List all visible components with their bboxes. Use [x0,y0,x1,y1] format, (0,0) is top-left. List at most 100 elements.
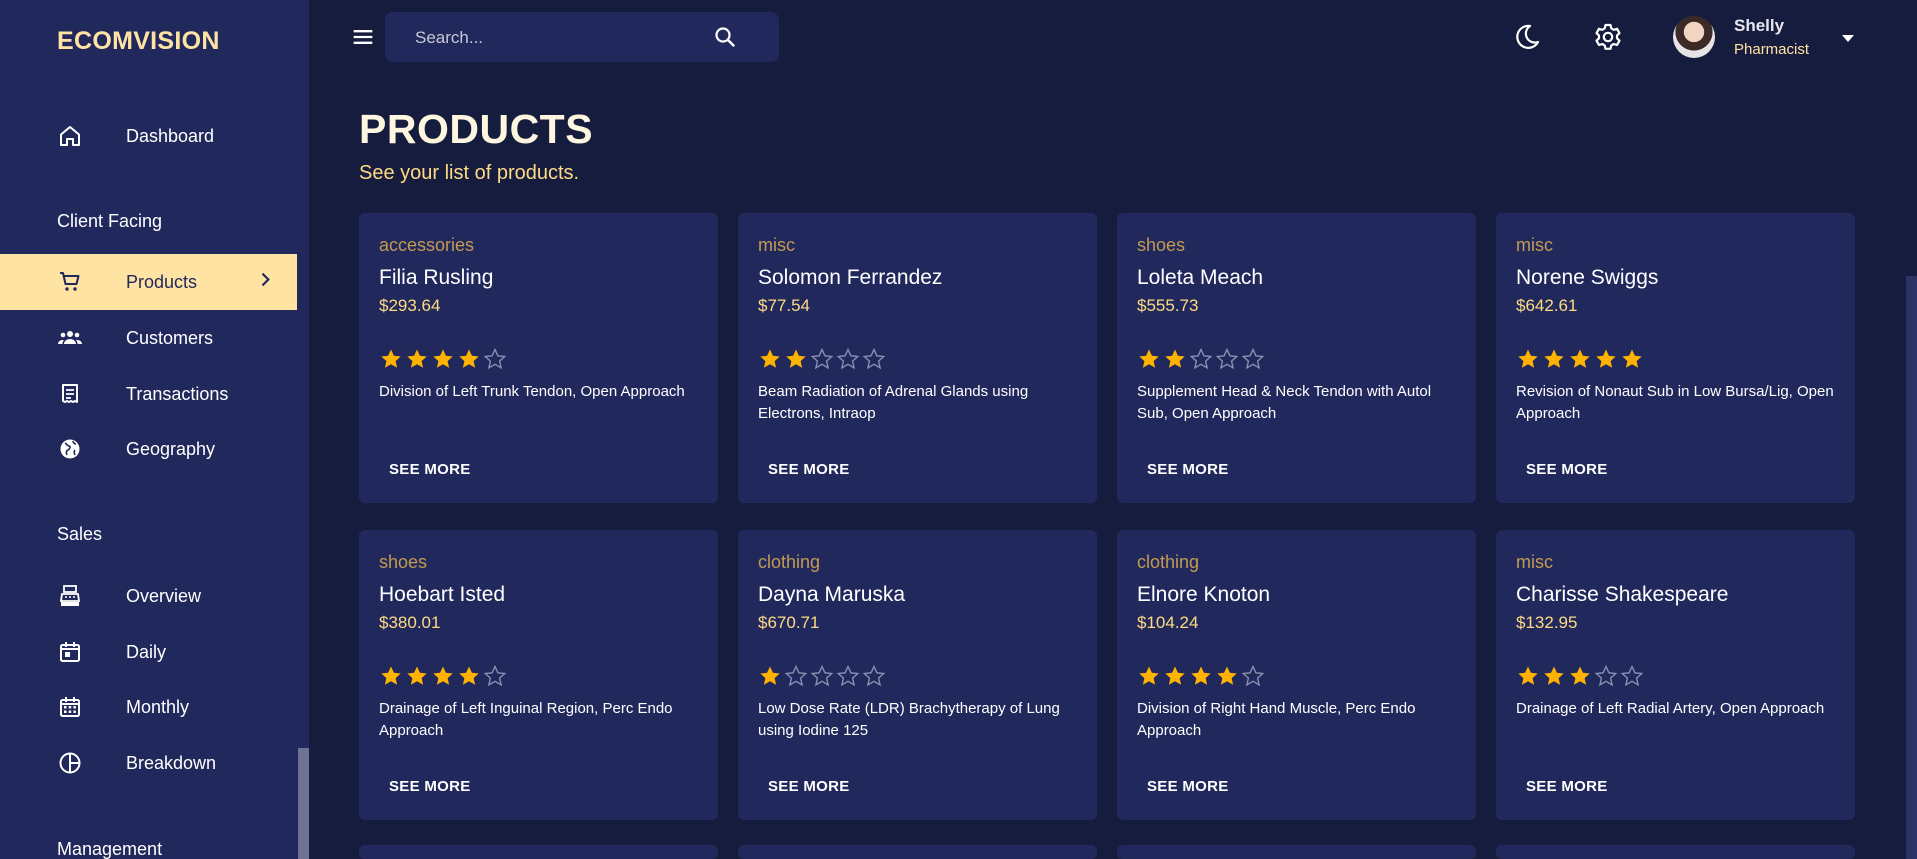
main-scrollbar-thumb[interactable] [1906,276,1917,859]
sidebar-item-geography[interactable]: Geography [0,421,297,477]
product-card [1496,845,1855,859]
shopping-cart-icon [57,269,83,295]
see-more-button[interactable]: SEE MORE [758,455,860,484]
see-more-button[interactable]: SEE MORE [1516,772,1618,801]
product-description: Revision of Nonaut Sub in Low Bursa/Lig,… [1516,383,1834,422]
sidebar-item-label: Breakdown [126,752,217,773]
star-filled-icon [381,349,401,368]
product-card: shoes Hoebart Isted $380.01 Drainage of Lef… [359,530,718,820]
product-card [738,845,1097,859]
star-outline-icon [836,664,860,687]
product-name: Dayna Maruska [758,583,906,606]
product-card: clothing Dayna Maruska $670.71 Low Dose Rat… [738,530,1097,820]
star-outline-icon [784,664,808,687]
star-filled-icon [433,666,453,685]
see-more-button[interactable]: SEE MORE [758,772,860,801]
product-rating [1137,347,1265,371]
product-price: $293.64 [379,296,441,315]
product-name: Filia Rusling [379,266,494,289]
star-filled-icon [381,666,401,685]
product-rating [1137,664,1265,688]
product-rating [1516,664,1644,688]
sidebar-item-breakdown[interactable]: Breakdown [0,735,297,791]
star-filled-icon [1139,666,1159,685]
product-description: Division of Left Trunk Tendon, Open Appr… [379,383,685,400]
product-category: misc [758,235,795,255]
star-filled-icon [1544,666,1564,685]
sidebar-item-products[interactable]: Products [0,254,297,310]
sidebar-item-transactions[interactable]: Transactions [0,366,297,422]
star-filled-icon [1165,666,1185,685]
see-more-button[interactable]: SEE MORE [379,455,481,484]
star-filled-icon [1622,349,1642,368]
user-name[interactable]: Shelly [1734,16,1784,36]
star-outline-icon [810,347,834,370]
section-client-facing: Client Facing [57,211,163,231]
search-input[interactable] [413,12,707,64]
star-filled-icon [1518,349,1538,368]
menu-toggle-button[interactable] [349,23,377,51]
product-category: accessories [379,235,475,255]
star-filled-icon [760,349,780,368]
sidebar-scrollbar-thumb[interactable] [298,748,309,859]
star-filled-icon [1191,666,1211,685]
see-more-button[interactable]: SEE MORE [1516,455,1618,484]
brand-logo[interactable]: ECOMVISION [57,27,220,56]
star-filled-icon [1544,349,1564,368]
star-outline-icon [862,664,886,687]
sidebar-item-daily[interactable]: Daily [0,624,297,680]
sidebar-item-label: Transactions [126,383,229,404]
see-more-button[interactable]: SEE MORE [379,772,481,801]
sidebar-item-customers[interactable]: Customers [0,310,297,366]
calendar-month-icon [57,694,83,720]
star-outline-icon [862,347,886,370]
product-card: misc Norene Swiggs $642.61 Revision of Nona… [1496,213,1855,503]
product-price: $380.01 [379,613,441,632]
dark-mode-icon[interactable] [1511,21,1543,53]
star-filled-icon [433,349,453,368]
product-category: misc [1516,552,1553,572]
product-name: Charisse Shakespeare [1516,583,1729,606]
point-of-sale-icon [57,583,83,609]
section-management: Management [57,839,163,859]
sidebar-item-label: Dashboard [126,125,215,146]
home-icon [57,123,83,149]
chevron-right-icon [255,270,275,295]
product-card: shoes Loleta Meach $555.73 Supplement Head … [1117,213,1476,503]
sidebar-item-label: Geography [126,438,216,459]
product-rating [379,347,507,371]
product-name: Norene Swiggs [1516,266,1659,289]
product-card: accessories Filia Rusling $293.64 Division … [359,213,718,503]
sidebar-scrollbar-track[interactable] [297,0,309,859]
star-outline-icon [1620,664,1644,687]
caret-down-icon[interactable] [1838,28,1858,48]
product-price: $642.61 [1516,296,1578,315]
product-rating [758,347,886,371]
hamburger-icon [353,30,373,44]
see-more-button[interactable]: SEE MORE [1137,455,1239,484]
sidebar-item-dashboard[interactable]: Dashboard [0,108,297,164]
product-price: $132.95 [1516,613,1578,632]
settings-gear-icon[interactable] [1592,21,1624,53]
sidebar-item-label: Customers [126,327,214,348]
product-category: clothing [1137,552,1200,572]
avatar[interactable] [1673,16,1715,58]
product-description: Supplement Head & Neck Tendon with Autol… [1137,383,1432,422]
star-outline-icon [1241,347,1265,370]
star-outline-icon [1241,664,1265,687]
product-description: Low Dose Rate (LDR) Brachytherapy of Lun… [758,700,1060,739]
receipt-icon [57,381,83,407]
sidebar-item-overview[interactable]: Overview [0,568,297,624]
section-sales: Sales [57,524,103,544]
search-icon[interactable] [713,25,737,49]
star-outline-icon [1594,664,1618,687]
star-outline-icon [836,347,860,370]
star-filled-icon [1518,666,1538,685]
star-filled-icon [1570,349,1590,368]
product-category: shoes [1137,235,1186,255]
product-category: misc [1516,235,1553,255]
sidebar-item-monthly[interactable]: Monthly [0,679,297,735]
product-category: clothing [758,552,821,572]
star-filled-icon [407,666,427,685]
see-more-button[interactable]: SEE MORE [1137,772,1239,801]
